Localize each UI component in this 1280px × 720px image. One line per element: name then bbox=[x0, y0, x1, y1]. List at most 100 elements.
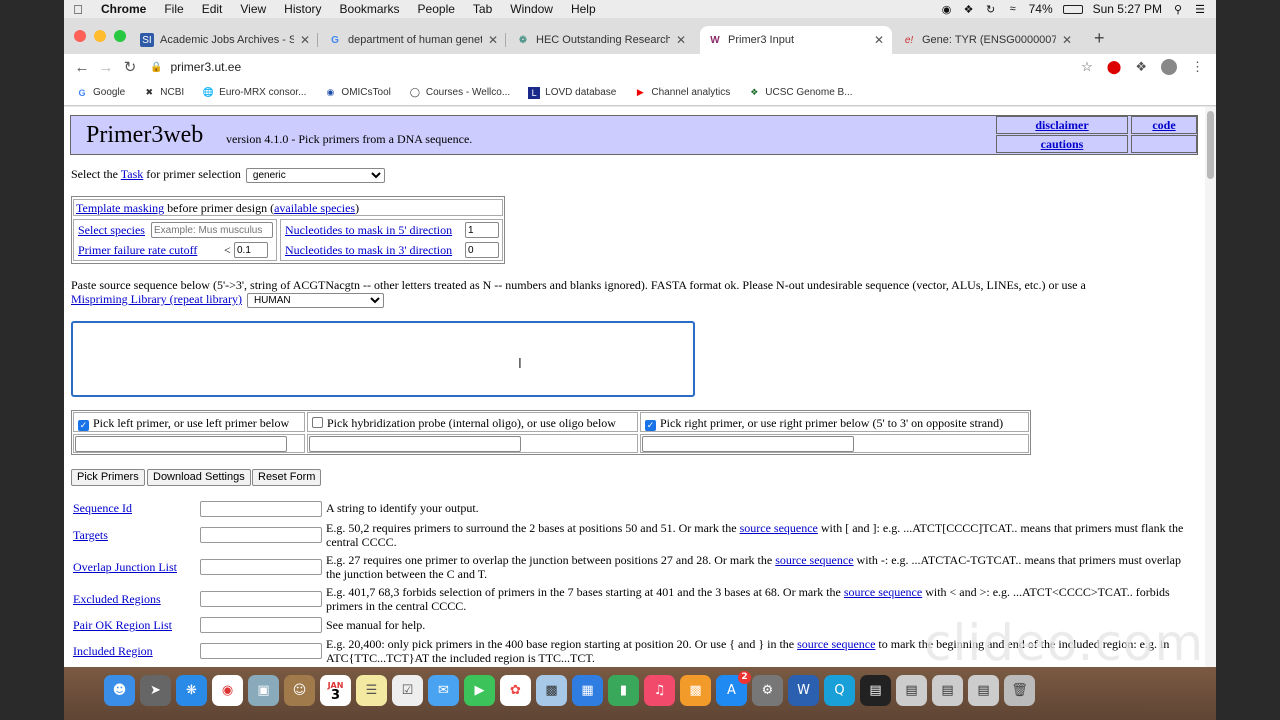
control-center-icon[interactable]: ☰ bbox=[1194, 3, 1206, 16]
targets-source-link[interactable]: source sequence bbox=[740, 521, 818, 535]
wifi-icon[interactable]: ≈ bbox=[1007, 3, 1019, 15]
reminders-icon[interactable]: ☑ bbox=[392, 675, 423, 706]
sync-icon[interactable]: ↻ bbox=[985, 3, 997, 16]
included-region-input[interactable] bbox=[200, 643, 322, 659]
reset-form-button[interactable]: Reset Form bbox=[252, 469, 322, 486]
menu-window[interactable]: Window bbox=[510, 2, 553, 16]
downloads-stack-icon[interactable]: ▤ bbox=[932, 675, 963, 706]
page-scrollbar[interactable] bbox=[1205, 107, 1216, 667]
reload-icon[interactable]: ↻ bbox=[118, 58, 142, 76]
sequence-textarea[interactable] bbox=[71, 321, 695, 397]
more-menu-icon[interactable]: ⋮ bbox=[1191, 59, 1204, 75]
cautions-link[interactable]: cautions bbox=[1041, 137, 1084, 151]
books-icon[interactable]: ▩ bbox=[680, 675, 711, 706]
close-tab-icon[interactable]: ✕ bbox=[874, 33, 884, 47]
mispriming-library-select[interactable]: HUMAN bbox=[246, 293, 384, 308]
tab-primer3-input[interactable]: W Primer3 Input ✕ bbox=[700, 26, 892, 54]
menu-people[interactable]: People bbox=[418, 2, 455, 16]
close-tab-icon[interactable]: ✕ bbox=[300, 33, 310, 47]
numbers-icon[interactable]: ▮ bbox=[608, 675, 639, 706]
excluded-regions-input[interactable] bbox=[200, 591, 322, 607]
mask-3-prime-link[interactable]: Nucleotides to mask in 3' direction bbox=[285, 243, 452, 258]
lock-icon[interactable]: 🔒 bbox=[150, 62, 162, 73]
preview-icon[interactable]: ▣ bbox=[248, 675, 279, 706]
zoom-window-icon[interactable] bbox=[114, 30, 126, 42]
menu-view[interactable]: View bbox=[240, 2, 266, 16]
music-icon[interactable]: ♫ bbox=[644, 675, 675, 706]
mask-5-prime-input[interactable] bbox=[465, 222, 499, 238]
menu-bookmarks[interactable]: Bookmarks bbox=[340, 2, 400, 16]
screenshot-stack-icon[interactable]: ▤ bbox=[968, 675, 999, 706]
word-icon[interactable]: W bbox=[788, 675, 819, 706]
menu-tab[interactable]: Tab bbox=[473, 2, 492, 16]
bookmark-omicstool[interactable]: ◉ OMICsTool bbox=[324, 87, 390, 99]
template-masking-link[interactable]: Template masking bbox=[76, 201, 164, 215]
targets-input[interactable] bbox=[200, 527, 322, 543]
select-species-link[interactable]: Select species bbox=[78, 223, 145, 238]
dropbox-icon[interactable]: ❖ bbox=[963, 3, 975, 16]
apple-icon[interactable]:  bbox=[64, 2, 92, 17]
excluded-source-link[interactable]: source sequence bbox=[844, 585, 922, 599]
bookmark-google[interactable]: G Google bbox=[76, 87, 125, 99]
messages-icon[interactable]: ✉ bbox=[428, 675, 459, 706]
launchpad-icon[interactable]: ➤ bbox=[140, 675, 171, 706]
terminal-icon[interactable]: ▤ bbox=[860, 675, 891, 706]
right-primer-checkbox[interactable]: ✓ bbox=[645, 420, 656, 431]
left-primer-input[interactable] bbox=[75, 436, 287, 452]
trash-icon[interactable]: 🗑 bbox=[1004, 675, 1035, 706]
species-input[interactable] bbox=[151, 222, 273, 238]
tab-gene-tyr[interactable]: e! Gene: TYR (ENSG0000007749 ✕ bbox=[894, 26, 1080, 54]
bookmark-lovd[interactable]: L LOVD database bbox=[528, 86, 616, 99]
bookmark-ncbi[interactable]: ✖ NCBI bbox=[143, 87, 184, 99]
download-settings-button[interactable]: Download Settings bbox=[147, 469, 251, 486]
available-species-link[interactable]: available species bbox=[274, 201, 355, 215]
extension-red-icon[interactable]: ⬤ bbox=[1107, 59, 1122, 75]
safari-icon[interactable]: ❋ bbox=[176, 675, 207, 706]
spotlight-search-icon[interactable]: ⚲ bbox=[1172, 3, 1184, 16]
pick-primers-button[interactable]: Pick Primers bbox=[71, 469, 145, 486]
chrome-icon[interactable]: ◉ bbox=[212, 675, 243, 706]
sequence-id-link[interactable]: Sequence Id bbox=[73, 501, 132, 516]
system-preferences-icon[interactable]: ⚙ bbox=[752, 675, 783, 706]
primer-failure-rate-link[interactable]: Primer failure rate cutoff bbox=[78, 243, 197, 258]
task-select[interactable]: generic bbox=[245, 168, 385, 183]
bookmark-ucsc[interactable]: ❖ UCSC Genome B... bbox=[748, 87, 852, 99]
address-bar[interactable]: 🔒 primer3.ut.ee bbox=[150, 55, 241, 79]
new-tab-icon[interactable]: + bbox=[1094, 28, 1105, 49]
left-primer-checkbox[interactable]: ✓ bbox=[78, 420, 89, 431]
disclaimer-link[interactable]: disclaimer bbox=[1035, 118, 1088, 132]
menu-history[interactable]: History bbox=[284, 2, 321, 16]
pair-ok-region-input[interactable] bbox=[200, 617, 322, 633]
profile-avatar-icon[interactable] bbox=[1161, 59, 1177, 75]
photos-icon[interactable]: ✿ bbox=[500, 675, 531, 706]
mask-3-prime-input[interactable] bbox=[465, 242, 499, 258]
menu-edit[interactable]: Edit bbox=[202, 2, 223, 16]
probe-checkbox[interactable] bbox=[312, 417, 323, 428]
tab-hec-research[interactable]: ❁ HEC Outstanding Research Aw ✕ bbox=[508, 26, 694, 54]
document-thumbnail-icon[interactable]: ▤ bbox=[896, 675, 927, 706]
record-icon[interactable]: ◉ bbox=[941, 3, 953, 16]
code-link[interactable]: code bbox=[1152, 118, 1175, 132]
tab-academic-jobs[interactable]: SI Academic Jobs Archives - Sch ✕ bbox=[132, 26, 318, 54]
overlap-junction-link[interactable]: Overlap Junction List bbox=[73, 560, 177, 575]
task-link[interactable]: Task bbox=[121, 167, 144, 181]
scrollbar-thumb[interactable] bbox=[1207, 111, 1214, 179]
keynote-presentation-icon[interactable]: ▦ bbox=[572, 675, 603, 706]
probe-input[interactable] bbox=[309, 436, 521, 452]
keynote-icon[interactable]: ▩ bbox=[536, 675, 567, 706]
menu-app-name[interactable]: Chrome bbox=[101, 2, 146, 16]
contacts-icon[interactable]: ☺ bbox=[284, 675, 315, 706]
targets-link[interactable]: Targets bbox=[73, 528, 108, 543]
bookmark-star-icon[interactable]: ☆ bbox=[1081, 59, 1093, 75]
quicktime-icon[interactable]: Q bbox=[824, 675, 855, 706]
bookmark-euro-mrx[interactable]: 🌐 Euro-MRX consor... bbox=[202, 87, 307, 99]
close-tab-icon[interactable]: ✕ bbox=[488, 33, 498, 47]
tab-department-genetics[interactable]: G department of human genetics ✕ bbox=[320, 26, 506, 54]
extensions-puzzle-icon[interactable]: ❖ bbox=[1135, 59, 1147, 75]
right-primer-input[interactable] bbox=[642, 436, 854, 452]
forward-icon[interactable]: → bbox=[94, 59, 118, 76]
close-tab-icon[interactable]: ✕ bbox=[676, 33, 686, 47]
close-tab-icon[interactable]: ✕ bbox=[1062, 33, 1072, 47]
menu-help[interactable]: Help bbox=[571, 2, 596, 16]
back-icon[interactable]: ← bbox=[70, 59, 94, 76]
